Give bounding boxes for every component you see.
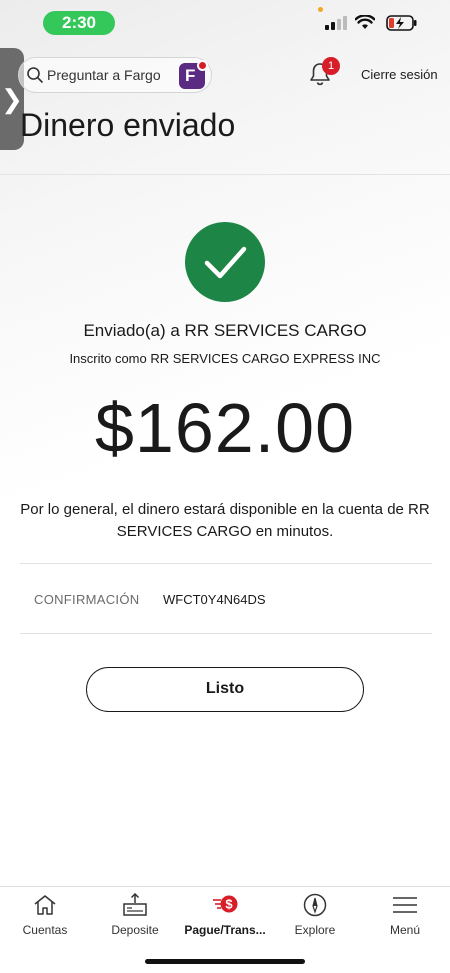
nav-label: Menú	[389, 923, 421, 937]
menu-icon	[393, 897, 417, 913]
privacy-indicator-dot	[318, 7, 323, 12]
divider	[0, 174, 450, 175]
confirmation-number: WFCT0Y4N64DS	[163, 592, 266, 607]
fargo-logo-icon: F	[179, 60, 208, 89]
status-bar: 2:30	[0, 0, 450, 46]
nav-label: Cuentas	[22, 923, 68, 937]
search-icon	[27, 67, 43, 83]
success-check-icon	[185, 222, 265, 302]
home-indicator	[145, 959, 305, 964]
page-title: Dinero enviado	[20, 107, 236, 143]
amount-sent: $162.00	[94, 389, 356, 467]
enrolled-as-text: Inscrito como RR SERVICES CARGO EXPRESS …	[69, 351, 381, 366]
nav-item-accounts[interactable]: Cuentas	[0, 887, 90, 947]
confirmation-label: CONFIRMACIÓN	[34, 592, 140, 607]
divider	[20, 563, 432, 564]
status-time: 2:30	[43, 11, 115, 35]
notification-badge: 1	[322, 57, 340, 75]
done-button[interactable]: Listo	[86, 667, 364, 712]
divider	[20, 633, 432, 634]
battery-charging-icon	[386, 15, 417, 31]
compass-icon	[303, 893, 327, 917]
nav-item-menu[interactable]: Menú	[360, 887, 450, 947]
pay-transfer-icon: $	[213, 895, 238, 913]
nav-item-deposit[interactable]: Deposite	[90, 887, 180, 947]
signout-button[interactable]: Cierre sesión	[361, 67, 438, 82]
svg-text:$: $	[225, 897, 233, 912]
nav-item-pay-transfer[interactable]: $ Pague/Trans...	[180, 887, 270, 947]
nav-label: Explore	[294, 923, 336, 937]
recipient-heading: Enviado(a) a RR SERVICES CARGO	[83, 321, 367, 340]
nav-label: Pague/Trans...	[184, 923, 266, 937]
search-label: Preguntar a Fargo	[47, 67, 161, 83]
nav-label: Deposite	[111, 923, 159, 937]
availability-message: Por lo general, el dinero estará disponi…	[20, 501, 430, 540]
deposit-icon	[123, 893, 147, 916]
home-icon	[34, 895, 56, 915]
wifi-icon	[355, 15, 375, 29]
nav-item-explore[interactable]: Explore	[270, 887, 360, 947]
ask-fargo-search[interactable]: Preguntar a Fargo F	[18, 57, 212, 93]
cellular-signal-icon	[325, 16, 347, 30]
